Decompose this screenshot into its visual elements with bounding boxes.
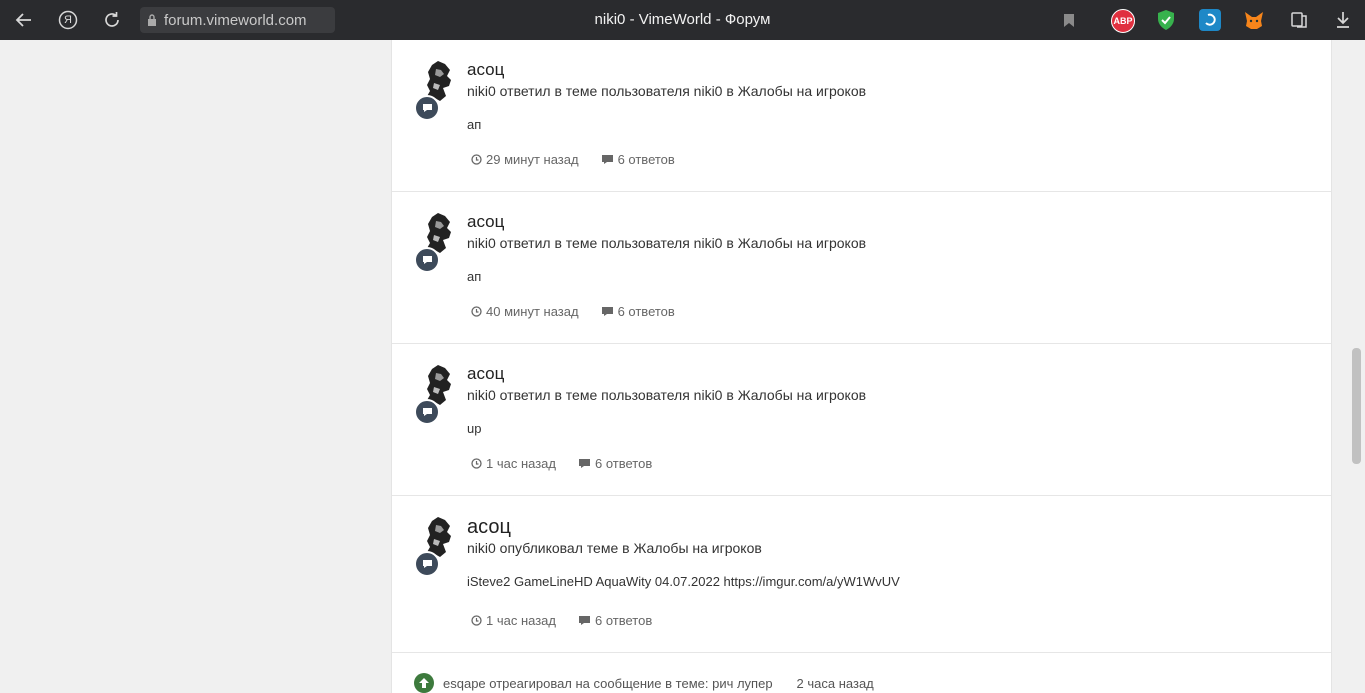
page-background: [0, 40, 391, 693]
yandex-label: Я: [64, 14, 72, 26]
url-text: forum.vimeworld.com: [164, 11, 307, 29]
item-snippet: iSteve2 GameLineHD AquaWity 04.07.2022 h…: [467, 574, 900, 589]
shield-icon[interactable]: [1155, 9, 1177, 31]
item-replies-text: 6 ответов: [595, 456, 653, 471]
collections-icon[interactable]: [1287, 8, 1311, 32]
reload-icon[interactable]: [100, 8, 124, 32]
item-meta: 1 час назад 6 ответов: [471, 613, 674, 628]
upvote-icon: [414, 673, 434, 693]
comment-badge-icon: [414, 551, 440, 577]
item-text: асоц niki0 ответил в теме пользователя n…: [467, 212, 866, 284]
activity-feed: асоц niki0 ответил в теме пользователя n…: [391, 40, 1332, 693]
address-bar[interactable]: forum.vimeworld.com: [140, 7, 335, 33]
browser-toolbar: Я forum.vimeworld.com niki0 - VimeWorld …: [0, 0, 1365, 40]
item-replies-text: 6 ответов: [595, 613, 653, 628]
avatar[interactable]: [414, 211, 458, 273]
list-item: асоц niki0 ответил в теме пользователя n…: [392, 344, 1331, 496]
item-description[interactable]: niki0 ответил в теме пользователя niki0 …: [467, 386, 866, 404]
list-item: асоц niki0 ответил в теме пользователя n…: [392, 40, 1331, 192]
clock-icon: [471, 615, 482, 626]
back-arrow-icon[interactable]: [12, 8, 36, 32]
list-item: асоц niki0 ответил в теме пользователя n…: [392, 192, 1331, 344]
comment-icon: [579, 616, 590, 625]
download-icon[interactable]: [1331, 8, 1355, 32]
item-meta: 40 минут назад 6 ответов: [471, 304, 697, 319]
comment-icon: [601, 155, 613, 164]
item-replies[interactable]: 6 ответов: [601, 152, 675, 167]
item-time-text: 1 час назад: [486, 456, 556, 471]
scrollbar-thumb[interactable]: [1352, 348, 1361, 464]
item-replies-text: 6 ответов: [617, 152, 675, 167]
comment-icon: [579, 459, 590, 468]
item-title[interactable]: асоц: [467, 364, 866, 384]
item-title[interactable]: асоц: [467, 212, 866, 232]
reaction-entry: esqape отреагировал на сообщение в теме:…: [414, 673, 874, 693]
clock-icon: [471, 306, 482, 317]
item-text: асоц niki0 ответил в теме пользователя n…: [467, 60, 866, 132]
avatar[interactable]: [414, 363, 458, 425]
lock-icon: [140, 14, 164, 26]
bookmark-icon[interactable]: [1057, 8, 1081, 32]
item-replies[interactable]: 6 ответов: [578, 613, 652, 628]
item-replies[interactable]: 6 ответов: [578, 456, 652, 471]
reaction-text[interactable]: esqape отреагировал на сообщение в теме:…: [443, 676, 773, 691]
comment-badge-icon: [414, 95, 440, 121]
item-description[interactable]: niki0 ответил в теме пользователя niki0 …: [467, 82, 866, 100]
item-time: 1 час назад: [471, 613, 556, 628]
item-title[interactable]: асоц: [467, 60, 866, 80]
comment-icon: [601, 307, 613, 316]
item-time-text: 40 минут назад: [486, 304, 579, 319]
item-time: 1 час назад: [471, 456, 556, 471]
adblock-label: ABP: [1113, 16, 1133, 26]
item-time: 29 минут назад: [471, 152, 579, 167]
comment-badge-icon: [414, 399, 440, 425]
extension-blue-icon[interactable]: [1199, 9, 1221, 31]
item-meta: 1 час назад 6 ответов: [471, 456, 674, 471]
item-description[interactable]: niki0 ответил в теме пользователя niki0 …: [467, 234, 866, 252]
clock-icon: [471, 458, 482, 469]
avatar[interactable]: [414, 515, 458, 577]
avatar[interactable]: [414, 59, 458, 121]
item-replies-text: 6 ответов: [617, 304, 675, 319]
comment-badge-icon: [414, 247, 440, 273]
item-time: 40 минут назад: [471, 304, 579, 319]
adblock-icon[interactable]: ABP: [1111, 9, 1135, 33]
item-time-text: 1 час назад: [486, 613, 556, 628]
item-text: асоц niki0 ответил в теме пользователя n…: [467, 364, 866, 436]
item-snippet: ап: [467, 269, 482, 284]
item-replies[interactable]: 6 ответов: [601, 304, 675, 319]
item-description[interactable]: niki0 опубликовал теме в Жалобы на игрок…: [467, 539, 900, 557]
item-meta: 29 минут назад 6 ответов: [471, 152, 697, 167]
item-text: асоц niki0 опубликовал теме в Жалобы на …: [467, 517, 900, 589]
item-title[interactable]: асоц: [467, 517, 900, 537]
item-snippet: ап: [467, 117, 482, 132]
item-snippet: up: [467, 421, 482, 436]
clock-icon: [471, 154, 482, 165]
yandex-icon[interactable]: Я: [56, 8, 80, 32]
list-item: асоц niki0 опубликовал теме в Жалобы на …: [392, 496, 1331, 653]
reaction-time: 2 часа назад: [796, 675, 874, 691]
item-time-text: 29 минут назад: [486, 152, 579, 167]
metamask-fox-icon[interactable]: [1243, 9, 1265, 31]
